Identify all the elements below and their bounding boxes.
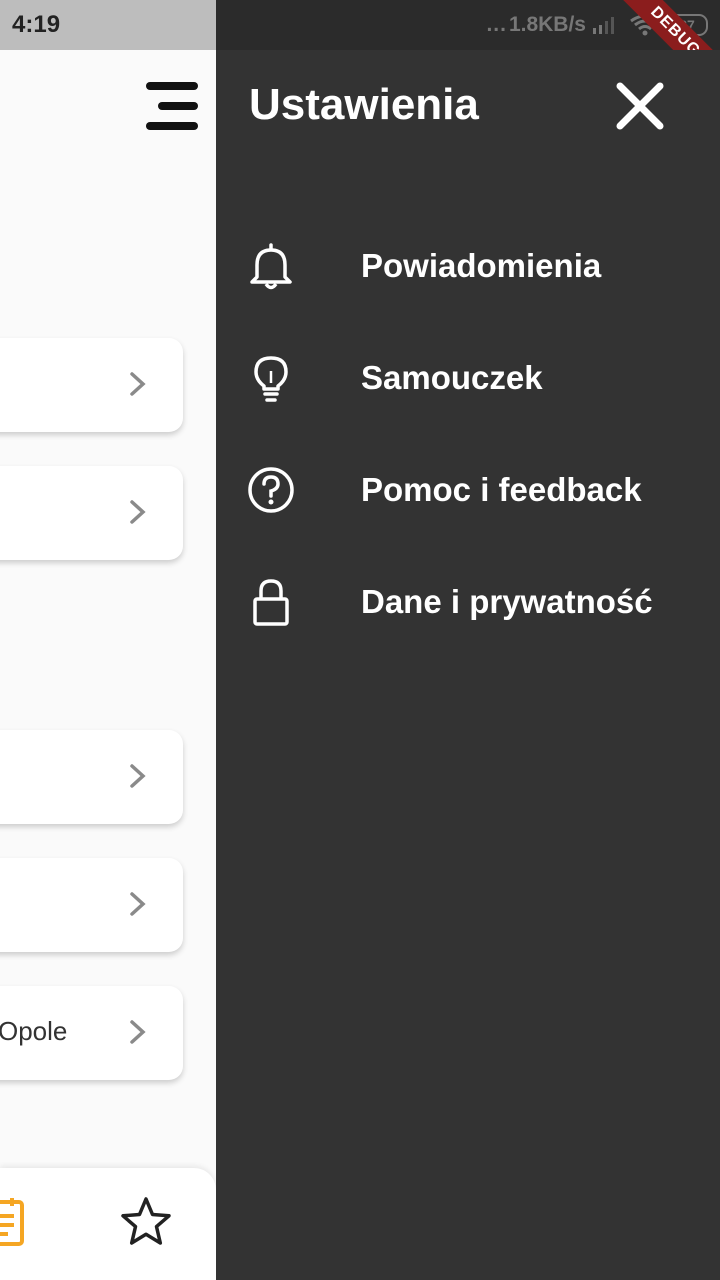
menu-line — [158, 102, 198, 110]
list-card[interactable] — [0, 858, 183, 952]
menu-line — [146, 82, 198, 90]
lock-icon — [253, 579, 289, 626]
status-signal-dots: ... — [486, 13, 507, 36]
settings-drawer: Ustawienia Powiadomienia Samouczek Pomoc… — [216, 50, 720, 1280]
chevron-right-icon — [130, 500, 146, 524]
drawer-item-tutorial[interactable]: Samouczek — [216, 336, 720, 416]
list-card[interactable] — [0, 730, 183, 824]
list-card[interactable] — [0, 466, 183, 560]
drawer-item-privacy[interactable]: Dane i prywatność — [216, 560, 720, 640]
network-speed: 1.8KB/s — [508, 13, 586, 36]
page-content: Opole — [0, 50, 216, 1280]
signal-icon — [593, 17, 614, 34]
drawer-title: Ustawienia — [249, 80, 479, 129]
status-bar-left: 4:19 — [0, 0, 216, 50]
help-circle-icon — [248, 467, 294, 513]
card-label: Opole — [0, 1016, 68, 1046]
list-card[interactable] — [0, 338, 183, 432]
chevron-right-icon — [130, 372, 146, 396]
drawer-item-label: Pomoc i feedback — [361, 471, 642, 508]
menu-line — [146, 122, 198, 130]
bell-icon — [250, 243, 292, 290]
status-bar-right: ... 1.8KB/s 37 DEBUG — [216, 0, 720, 50]
drawer-item-label: Powiadomienia — [361, 247, 602, 284]
chevron-right-icon — [130, 764, 146, 788]
list-card-opole[interactable]: Opole — [0, 986, 183, 1080]
lightbulb-icon — [254, 356, 288, 402]
drawer-item-label: Samouczek — [361, 359, 543, 396]
notes-list-icon[interactable] — [0, 1196, 26, 1246]
drawer-item-help[interactable]: Pomoc i feedback — [216, 448, 720, 528]
status-time: 4:19 — [12, 11, 61, 38]
star-icon[interactable] — [120, 1196, 172, 1248]
menu-button[interactable] — [142, 82, 198, 130]
chevron-right-icon — [130, 892, 146, 916]
drawer-item-notifications[interactable]: Powiadomienia — [216, 224, 720, 304]
chevron-right-icon — [130, 1020, 146, 1044]
drawer-item-label: Dane i prywatność — [361, 583, 653, 620]
close-icon[interactable] — [614, 80, 666, 132]
bottom-navigation — [0, 1168, 216, 1280]
